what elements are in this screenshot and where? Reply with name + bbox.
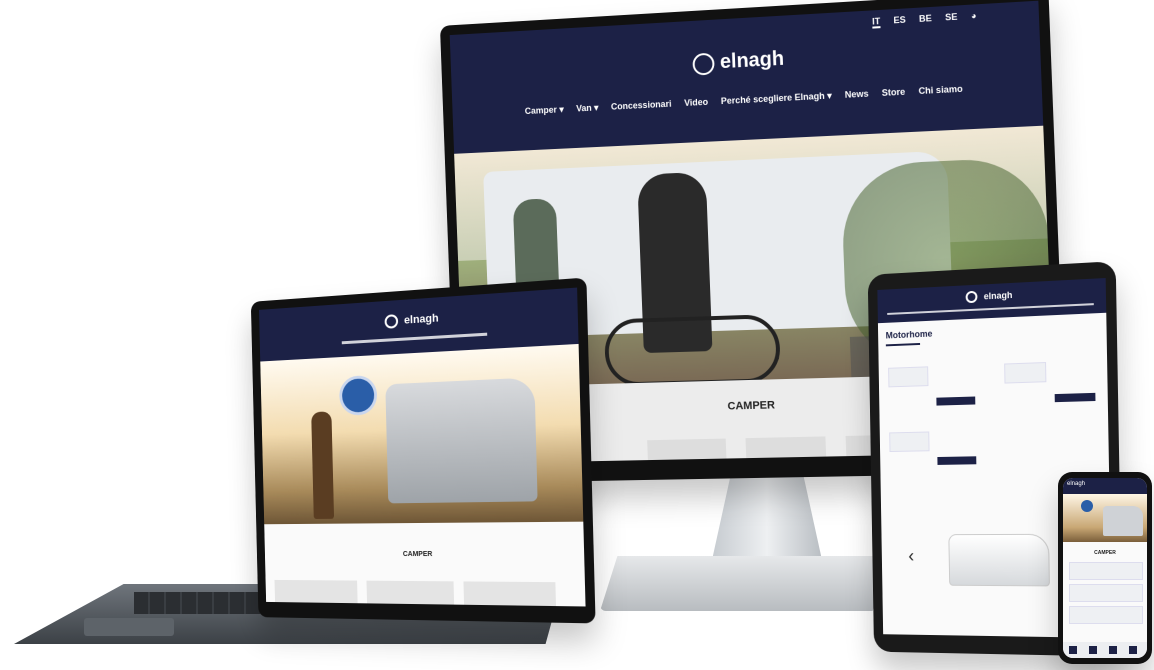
model-card[interactable]	[366, 580, 455, 605]
tablet-header: elnagh	[877, 278, 1107, 324]
smartphone: elnagh CAMPER	[1058, 472, 1152, 664]
lang-it[interactable]: IT	[871, 16, 881, 29]
logo-text: elnagh	[719, 47, 785, 74]
model-card[interactable]	[647, 438, 727, 461]
laptop-trackpad	[84, 618, 174, 636]
menu-item-perche[interactable]: Perché scegliere Elnagh ▾	[721, 90, 832, 107]
menu-item-camper[interactable]: Camper ▾	[525, 104, 564, 117]
phone-hero-image	[1063, 494, 1147, 542]
menu-item-concessionari[interactable]: Concessionari	[611, 99, 672, 113]
model-card[interactable]	[1069, 606, 1143, 624]
menu-item-store[interactable]: Store	[882, 87, 906, 99]
laptop: elnagh CAMPER	[250, 277, 596, 624]
laptop-screen: elnagh CAMPER	[259, 287, 586, 607]
logo-emblem-icon	[966, 290, 978, 304]
hero-bicycle	[603, 313, 782, 387]
nav-icon[interactable]	[1089, 646, 1097, 654]
nav-icon[interactable]	[1069, 646, 1077, 654]
model-card[interactable]	[745, 436, 827, 459]
lang-se[interactable]: SE	[945, 12, 958, 25]
logo-text: elnagh	[403, 312, 439, 327]
monitor-stand-neck	[712, 470, 822, 560]
lang-es[interactable]: ES	[893, 15, 906, 28]
scopri-button[interactable]	[1054, 392, 1096, 403]
menu-item-video[interactable]: Video	[684, 97, 708, 109]
hero-couple	[311, 411, 335, 519]
nav-icon[interactable]	[1109, 646, 1117, 654]
nav-icon[interactable]	[1129, 646, 1137, 654]
tablet-carousel-camper	[948, 533, 1050, 587]
monitor-stand-foot	[600, 556, 890, 611]
phone-logo[interactable]: elnagh	[1067, 481, 1085, 487]
menu-item-chi-siamo[interactable]: Chi siamo	[918, 84, 963, 97]
laptop-hero-image	[260, 343, 584, 525]
logo-emblem-icon	[384, 314, 399, 329]
anniversary-badge	[338, 374, 378, 416]
model-card[interactable]	[1069, 562, 1143, 580]
chevron-left-icon[interactable]: ‹	[908, 546, 914, 567]
phone-screen: elnagh CAMPER	[1063, 478, 1147, 658]
laptop-section-title: CAMPER	[402, 551, 433, 559]
main-menu: Camper ▾ Van ▾ Concessionari Video Perch…	[452, 80, 1041, 121]
model-thumbnail[interactable]	[889, 431, 930, 453]
globe-icon[interactable]: ◕	[971, 10, 977, 23]
laptop-menu[interactable]	[341, 332, 488, 345]
laptop-hero-van	[385, 377, 538, 504]
logo-text: elnagh	[983, 289, 1013, 302]
phone-bottom-nav	[1063, 642, 1147, 658]
menu-item-news[interactable]: News	[845, 89, 869, 101]
tablet-page-title: Motorhome	[885, 328, 933, 341]
scopri-button[interactable]	[937, 456, 977, 465]
phone-hero-van	[1103, 506, 1143, 536]
model-thumbnail[interactable]	[888, 366, 929, 388]
scopri-button[interactable]	[936, 396, 976, 406]
phone-section-title: CAMPER	[1094, 550, 1116, 556]
anniversary-badge	[1081, 500, 1093, 512]
model-card[interactable]	[274, 579, 358, 604]
model-card[interactable]	[1069, 584, 1143, 602]
model-card[interactable]	[463, 581, 557, 607]
title-underline	[885, 342, 921, 347]
logo-emblem-icon	[692, 52, 715, 76]
lang-be[interactable]: BE	[919, 13, 932, 26]
model-thumbnail[interactable]	[1004, 362, 1047, 384]
laptop-logo[interactable]: elnagh	[259, 302, 578, 336]
phone-header: elnagh	[1063, 478, 1147, 494]
menu-item-van[interactable]: Van ▾	[576, 102, 599, 114]
